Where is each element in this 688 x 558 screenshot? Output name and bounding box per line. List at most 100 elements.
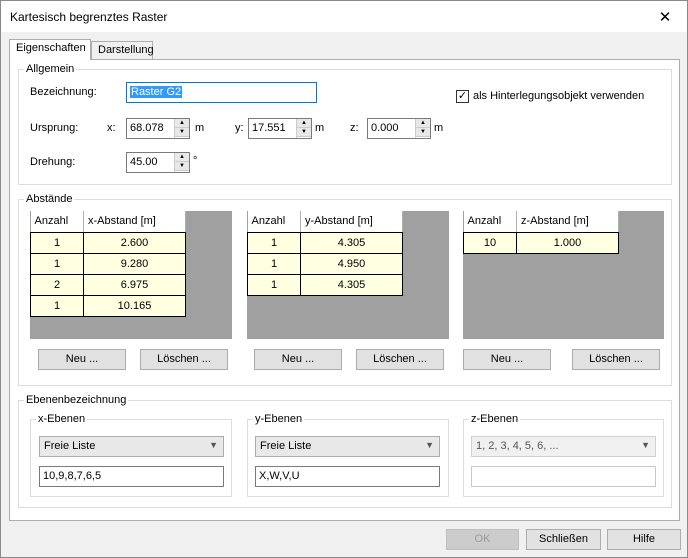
bezeichnung-input[interactable]: Raster G2 [126, 82, 317, 103]
x-label: x: [107, 122, 116, 134]
cell-abstand[interactable]: 4.305 [300, 232, 403, 254]
table-row: 10 1.000 [463, 232, 619, 254]
x-unit: m [195, 122, 205, 134]
y-abstand-grid[interactable]: Anzahl y-Abstand [m] 1 4.305 1 4.950 1 4.305 [247, 211, 449, 339]
table-row: 1 4.950 [247, 253, 403, 275]
table-row: 1 9.280 [30, 253, 186, 275]
table-row: 2 6.975 [30, 274, 186, 296]
tab-page-eigenschaften: Allgemein Bezeichnung: Raster G2 ✓ als H… [9, 59, 680, 521]
ursprung-x-spinner[interactable]: 68.078 ▲ ▼ [126, 118, 190, 139]
close-icon[interactable]: ✕ [643, 1, 687, 32]
cell-abstand[interactable]: 2.600 [83, 232, 186, 254]
z-ebenen-input[interactable] [471, 466, 656, 487]
cell-abstand[interactable]: 1.000 [516, 232, 619, 254]
cell-anzahl[interactable]: 1 [247, 253, 301, 275]
col-header-x-abstand[interactable]: x-Abstand [m] [83, 211, 186, 233]
x-abstand-grid[interactable]: Anzahl x-Abstand [m] 1 2.600 1 9.280 2 6.975… [30, 211, 232, 339]
ursprung-label: Ursprung: [30, 122, 79, 134]
y-ebenen-value: X,W,V,U [259, 470, 300, 482]
window-title: Kartesisch begrenztes Raster [10, 10, 168, 24]
x-delete-button[interactable]: Löschen ... [140, 349, 228, 370]
y-unit: m [315, 122, 325, 134]
z-delete-button[interactable]: Löschen ... [572, 349, 660, 370]
cell-abstand[interactable]: 4.305 [300, 274, 403, 296]
ursprung-z-value: 0.000 [371, 122, 399, 134]
x-ebenen-combo-value: Freie Liste [44, 440, 96, 452]
y-label: y: [235, 122, 244, 134]
col-header-anzahl[interactable]: Anzahl [30, 211, 84, 233]
spin-down-icon[interactable]: ▼ [416, 128, 430, 137]
ursprung-y-value: 17.551 [252, 122, 286, 134]
y-ebenen-combo-value: Freie Liste [260, 440, 312, 452]
cell-abstand[interactable]: 10.165 [83, 295, 186, 317]
drehung-unit: ° [193, 155, 198, 167]
dialog-window: Kartesisch begrenztes Raster ✕ Eigenscha… [0, 0, 688, 558]
col-header-z-abstand[interactable]: z-Abstand [m] [516, 211, 619, 233]
cell-anzahl[interactable]: 2 [30, 274, 84, 296]
x-ebenen-input[interactable]: 10,9,8,7,6,5 [39, 466, 224, 487]
drehung-label: Drehung: [30, 156, 76, 168]
x-ebenen-value: 10,9,8,7,6,5 [43, 470, 102, 482]
hinterlegung-checkbox[interactable]: ✓ [456, 90, 469, 103]
group-allgemein [18, 69, 672, 185]
y-new-button[interactable]: Neu ... [254, 349, 342, 370]
z-ebenen-combo[interactable]: 1, 2, 3, 4, 5, 6, ... ▼ [471, 436, 656, 457]
hinterlegung-label: als Hinterlegungsobjekt verwenden [473, 90, 645, 102]
table-row: 1 4.305 [247, 232, 403, 254]
ursprung-x-value: 68.078 [130, 122, 164, 134]
y-ebenen-input[interactable]: X,W,V,U [255, 466, 440, 487]
cell-anzahl[interactable]: 1 [30, 295, 84, 317]
cell-abstand[interactable]: 6.975 [83, 274, 186, 296]
y-delete-button[interactable]: Löschen ... [356, 349, 444, 370]
spin-up-icon[interactable]: ▲ [297, 119, 311, 128]
drehung-spinner[interactable]: 45.00 ▲ ▼ [126, 152, 190, 173]
x-new-button[interactable]: Neu ... [38, 349, 126, 370]
chevron-down-icon: ▼ [641, 440, 650, 450]
z-ebenen-label: z-Ebenen [469, 413, 521, 425]
chevron-down-icon: ▼ [425, 440, 434, 450]
col-header-anzahl[interactable]: Anzahl [463, 211, 517, 233]
z-unit: m [434, 122, 444, 134]
spin-down-icon[interactable]: ▼ [175, 162, 189, 171]
tab-eigenschaften[interactable]: Eigenschaften [9, 39, 91, 60]
cell-anzahl[interactable]: 1 [247, 274, 301, 296]
table-row: 1 10.165 [30, 295, 186, 317]
ok-button[interactable]: OK [446, 529, 519, 550]
drehung-value: 45.00 [130, 156, 158, 168]
title-bar: Kartesisch begrenztes Raster ✕ [1, 1, 687, 32]
spin-up-icon[interactable]: ▲ [175, 119, 189, 128]
cell-anzahl[interactable]: 1 [30, 253, 84, 275]
tab-darstellung[interactable]: Darstellung [91, 41, 154, 60]
z-label: z: [350, 122, 359, 134]
cell-anzahl[interactable]: 1 [247, 232, 301, 254]
chevron-down-icon: ▼ [209, 440, 218, 450]
spin-up-icon[interactable]: ▲ [416, 119, 430, 128]
table-row: 1 4.305 [247, 274, 403, 296]
col-header-y-abstand[interactable]: y-Abstand [m] [300, 211, 403, 233]
help-button[interactable]: Hilfe [607, 529, 681, 550]
ursprung-y-spinner[interactable]: 17.551 ▲ ▼ [248, 118, 312, 139]
ursprung-z-spinner[interactable]: 0.000 ▲ ▼ [367, 118, 431, 139]
spin-down-icon[interactable]: ▼ [297, 128, 311, 137]
table-row: 1 2.600 [30, 232, 186, 254]
cell-anzahl[interactable]: 1 [30, 232, 84, 254]
y-ebenen-label: y-Ebenen [253, 413, 305, 425]
group-abstaende-label: Abstände [24, 193, 75, 205]
y-ebenen-combo[interactable]: Freie Liste ▼ [255, 436, 440, 457]
close-button[interactable]: Schließen [526, 529, 601, 550]
x-ebenen-label: x-Ebenen [36, 413, 88, 425]
spin-up-icon[interactable]: ▲ [175, 153, 189, 162]
x-ebenen-combo[interactable]: Freie Liste ▼ [39, 436, 224, 457]
z-ebenen-combo-value: 1, 2, 3, 4, 5, 6, ... [476, 440, 559, 452]
cell-abstand[interactable]: 4.950 [300, 253, 403, 275]
spin-down-icon[interactable]: ▼ [175, 128, 189, 137]
z-new-button[interactable]: Neu ... [463, 349, 551, 370]
group-ebenen-label: Ebenenbezeichnung [24, 394, 129, 406]
z-abstand-grid[interactable]: Anzahl z-Abstand [m] 10 1.000 [463, 211, 664, 339]
col-header-anzahl[interactable]: Anzahl [247, 211, 301, 233]
cell-anzahl[interactable]: 10 [463, 232, 517, 254]
group-allgemein-label: Allgemein [24, 63, 77, 75]
bezeichnung-label: Bezeichnung: [30, 86, 97, 98]
cell-abstand[interactable]: 9.280 [83, 253, 186, 275]
bezeichnung-value: Raster G2 [130, 86, 183, 98]
